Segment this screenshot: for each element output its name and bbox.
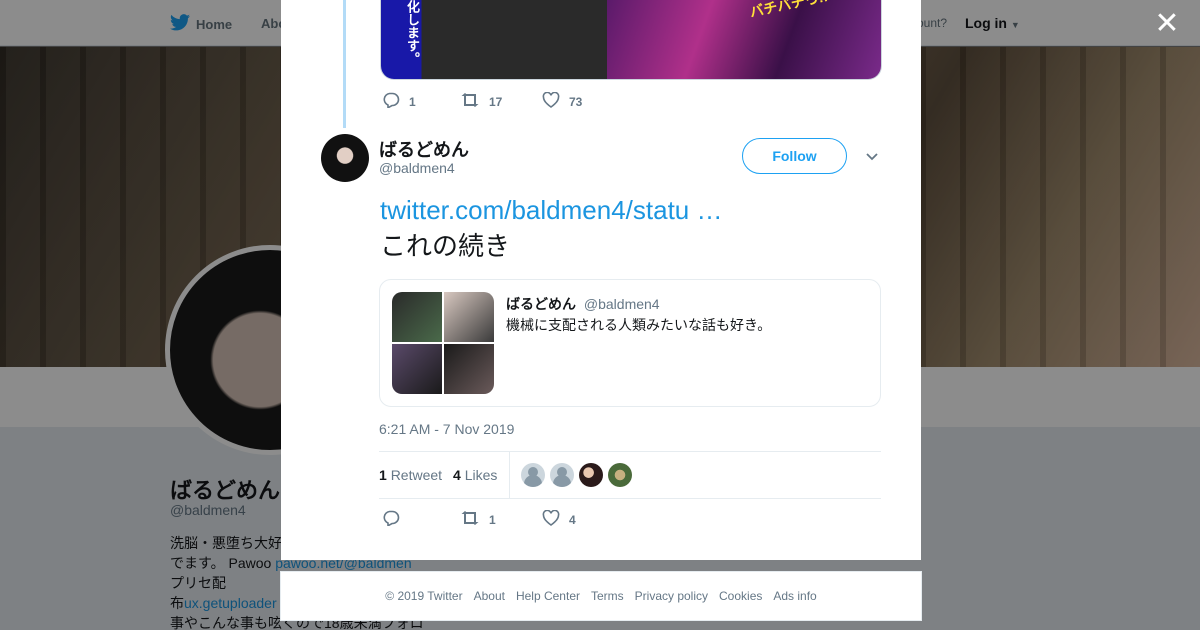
thread-connector (343, 0, 346, 128)
footer-link-ads-info[interactable]: Ads info (773, 589, 816, 603)
reply-icon (382, 92, 400, 111)
follow-button[interactable]: Follow (742, 138, 847, 174)
tweet-stats: 1 Retweet 4 Likes (379, 451, 881, 499)
reply-icon (382, 510, 400, 529)
retweet-button[interactable]: 1 (460, 511, 542, 528)
like-stat-label: Likes (464, 467, 498, 483)
reply-count: 1 (409, 94, 416, 109)
retweet-stat-count: 1 (379, 467, 387, 483)
quoted-author: ばるどめん @baldmen4 (506, 294, 660, 314)
retweet-button[interactable]: 17 (460, 93, 542, 110)
avatar[interactable] (579, 463, 603, 487)
footer-link-cookies[interactable]: Cookies (719, 589, 762, 603)
previous-tweet-actions: 1 17 73 (382, 91, 583, 111)
close-icon[interactable]: ✕ (1154, 9, 1180, 39)
media-image-left: 化します。 (381, 0, 607, 79)
avatar[interactable] (550, 463, 574, 487)
previous-tweet-media[interactable]: 化します。 バチバチっ!! (380, 0, 882, 80)
quoted-tweet[interactable]: ばるどめん @baldmen4 機械に支配される人類みたいな話も好き。 (379, 279, 881, 407)
footer-link-terms[interactable]: Terms (591, 589, 624, 603)
retweet-stat[interactable]: 1 Retweet (379, 467, 442, 483)
quoted-media-thumb (444, 292, 494, 342)
tweet-timestamp[interactable]: 6:21 AM - 7 Nov 2019 (379, 421, 514, 437)
footer-link-help-center[interactable]: Help Center (516, 589, 580, 603)
footer-link-about[interactable]: About (474, 589, 505, 603)
author-handle[interactable]: @baldmen4 (379, 160, 455, 176)
quoted-tweet-text: 機械に支配される人類みたいな話も好き。 (506, 318, 772, 334)
tweet-link[interactable]: twitter.com/baldmen4/statu … (380, 195, 722, 226)
reply-button[interactable]: 1 (382, 92, 460, 111)
quoted-media-thumb (444, 344, 494, 394)
like-count: 73 (569, 94, 583, 109)
author-name[interactable]: ばるどめん (379, 136, 469, 162)
like-button[interactable]: 4 (542, 509, 576, 529)
quoted-author-name: ばるどめん (506, 296, 576, 312)
retweet-count: 1 (489, 512, 496, 527)
like-count: 4 (569, 512, 576, 527)
quoted-media-thumb (392, 292, 442, 342)
author-avatar[interactable] (321, 134, 369, 182)
reply-button[interactable] (382, 510, 460, 529)
tweet-modal: 化します。 バチバチっ!! 1 17 73 ばるどめん @baldmen4 Fo… (281, 0, 921, 560)
like-button[interactable]: 73 (542, 91, 583, 111)
footer: © 2019 Twitter About Help Center Terms P… (280, 571, 922, 621)
footer-link-privacy[interactable]: Privacy policy (635, 589, 708, 603)
like-stat[interactable]: 4 Likes (453, 467, 497, 483)
liker-avatars (521, 463, 632, 487)
like-icon (542, 91, 560, 111)
chevron-down-icon[interactable] (864, 148, 882, 166)
media-text-left: 化します。 (405, 0, 420, 65)
copyright: © 2019 Twitter (385, 589, 463, 603)
quoted-media-thumb (392, 344, 442, 394)
retweet-icon (460, 93, 480, 110)
like-stat-count: 4 (453, 467, 461, 483)
media-image-right: バチバチっ!! (607, 0, 881, 79)
quoted-author-handle: @baldmen4 (583, 296, 660, 312)
tweet-text: これの続き (380, 232, 511, 262)
tweet-actions: 1 4 (382, 509, 576, 529)
avatar[interactable] (521, 463, 545, 487)
like-icon (542, 509, 560, 529)
retweet-count: 17 (489, 94, 503, 109)
avatar[interactable] (608, 463, 632, 487)
retweet-icon (460, 511, 480, 528)
retweet-stat-label: Retweet (390, 467, 443, 483)
media-text-right: バチバチっ!! (748, 0, 830, 21)
stats-divider (509, 452, 510, 499)
quoted-tweet-media (392, 292, 494, 394)
